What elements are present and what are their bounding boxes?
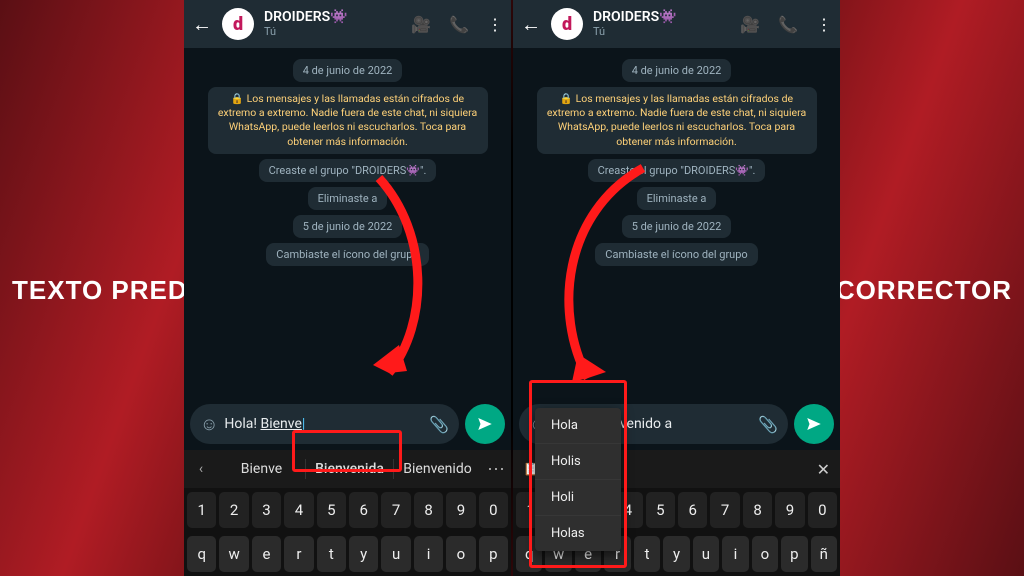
chat-subtitle: Tú [264, 26, 401, 38]
attach-icon[interactable]: 📎 [758, 415, 778, 434]
input-row: ☺ Hola! Bienve| 📎 [184, 398, 511, 450]
emoji-icon[interactable]: ☺ [200, 414, 218, 435]
suggestion[interactable]: Bienve [218, 461, 305, 477]
back-icon[interactable]: ← [192, 12, 212, 37]
key[interactable]: o [752, 536, 778, 572]
key[interactable]: q [187, 536, 216, 572]
correction-option[interactable]: Holis [535, 443, 621, 479]
chat-header: ← d DROIDERS👾 Tú 🎥 📞 ⋮ [513, 0, 840, 48]
date-pill: 4 de junio de 2022 [622, 59, 732, 82]
key[interactable]: 9 [446, 492, 475, 528]
key[interactable]: ñ [811, 536, 837, 572]
chat-area: 4 de junio de 2022 🔒 Los mensajes y las … [513, 48, 840, 398]
phone-right: ← d DROIDERS👾 Tú 🎥 📞 ⋮ 4 de junio de 202… [513, 0, 840, 576]
system-message-removed: Eliminaste a [637, 187, 717, 210]
key[interactable]: 5 [646, 492, 675, 528]
key[interactable]: 6 [678, 492, 707, 528]
message-text: Hola! Bienve| [224, 416, 423, 432]
chat-area: 4 de junio de 2022 🔒 Los mensajes y las … [184, 48, 511, 398]
key[interactable]: 8 [414, 492, 443, 528]
kebab-icon[interactable]: ⋮ [816, 15, 832, 34]
key[interactable]: p [479, 536, 508, 572]
phone-icon[interactable]: 📞 [449, 15, 469, 34]
keyboard: ‹ Bienve Bienvenida Bienvenido ⋯ 1 2 3 4… [184, 450, 511, 576]
key-row-letters: q w e r t y u i o p [184, 532, 511, 576]
phone-icon[interactable]: 📞 [778, 15, 798, 34]
message-input[interactable]: ☺ Hola! Bienve| 📎 [190, 404, 459, 444]
correction-option[interactable]: Holas [535, 515, 621, 551]
date-pill: 5 de junio de 2022 [293, 215, 403, 238]
key[interactable]: 8 [743, 492, 772, 528]
suggestion-bar: ‹ Bienve Bienvenida Bienvenido ⋯ [184, 450, 511, 488]
video-icon[interactable]: 🎥 [411, 15, 431, 34]
key[interactable]: r [284, 536, 313, 572]
key[interactable]: 4 [284, 492, 313, 528]
key[interactable]: i [722, 536, 748, 572]
key[interactable]: o [446, 536, 475, 572]
key[interactable]: t [634, 536, 660, 572]
correction-option[interactable]: Holi [535, 479, 621, 515]
chat-name: DROIDERS👾 [264, 10, 401, 25]
chat-title-block[interactable]: DROIDERS👾 Tú [264, 10, 401, 37]
phone-left: ← d DROIDERS👾 Tú 🎥 📞 ⋮ 4 de junio de 202… [184, 0, 511, 576]
key[interactable]: 7 [381, 492, 410, 528]
system-message-icon: Cambiaste el ícono del grupo [266, 243, 428, 266]
more-suggestions-icon[interactable]: ⋯ [481, 459, 511, 480]
send-button[interactable] [465, 404, 505, 444]
key[interactable]: 7 [710, 492, 739, 528]
kebab-icon[interactable]: ⋮ [487, 15, 503, 34]
key[interactable]: 6 [349, 492, 378, 528]
avatar[interactable]: d [222, 8, 254, 40]
chat-title-block[interactable]: DROIDERS👾 Tú [593, 10, 730, 37]
key[interactable]: 9 [775, 492, 804, 528]
key[interactable]: 3 [252, 492, 281, 528]
close-icon[interactable]: ✕ [817, 460, 830, 479]
autocorrect-popup: Hola Holis Holi Holas [535, 408, 621, 551]
encryption-notice[interactable]: 🔒 Los mensajes y las llamadas están cifr… [537, 87, 817, 154]
encryption-notice[interactable]: 🔒 Los mensajes y las llamadas están cifr… [208, 87, 488, 154]
attach-icon[interactable]: 📎 [429, 415, 449, 434]
key[interactable]: i [414, 536, 443, 572]
correction-option[interactable]: Hola [535, 408, 621, 443]
key[interactable]: 0 [479, 492, 508, 528]
system-message-icon: Cambiaste el ícono del grupo [595, 243, 757, 266]
chat-subtitle: Tú [593, 26, 730, 38]
avatar[interactable]: d [551, 8, 583, 40]
key[interactable]: 1 [187, 492, 216, 528]
key[interactable]: u [381, 536, 410, 572]
chevron-left-icon[interactable]: ‹ [184, 461, 218, 477]
video-icon[interactable]: 🎥 [740, 15, 760, 34]
key[interactable]: 2 [219, 492, 248, 528]
date-pill: 5 de junio de 2022 [622, 215, 732, 238]
key[interactable]: y [349, 536, 378, 572]
system-message-created: Creaste el grupo "DROIDERS👾". [259, 159, 437, 182]
system-message-created: Creaste el grupo "DROIDERS👾". [588, 159, 766, 182]
chat-name: DROIDERS👾 [593, 10, 730, 25]
key[interactable]: 0 [808, 492, 837, 528]
key[interactable]: p [781, 536, 807, 572]
key[interactable]: w [219, 536, 248, 572]
system-message-removed: Eliminaste a [308, 187, 388, 210]
suggestion[interactable]: Bienvenido [394, 461, 481, 477]
suggestion[interactable]: Bienvenida [306, 461, 393, 477]
date-pill: 4 de junio de 2022 [293, 59, 403, 82]
key[interactable]: u [693, 536, 719, 572]
key[interactable]: t [317, 536, 346, 572]
back-icon[interactable]: ← [521, 12, 541, 37]
chat-header: ← d DROIDERS👾 Tú 🎥 📞 ⋮ [184, 0, 511, 48]
send-button[interactable] [794, 404, 834, 444]
key[interactable]: y [663, 536, 689, 572]
key[interactable]: e [252, 536, 281, 572]
key-row-numbers: 1 2 3 4 5 6 7 8 9 0 [184, 488, 511, 532]
key[interactable]: 5 [317, 492, 346, 528]
